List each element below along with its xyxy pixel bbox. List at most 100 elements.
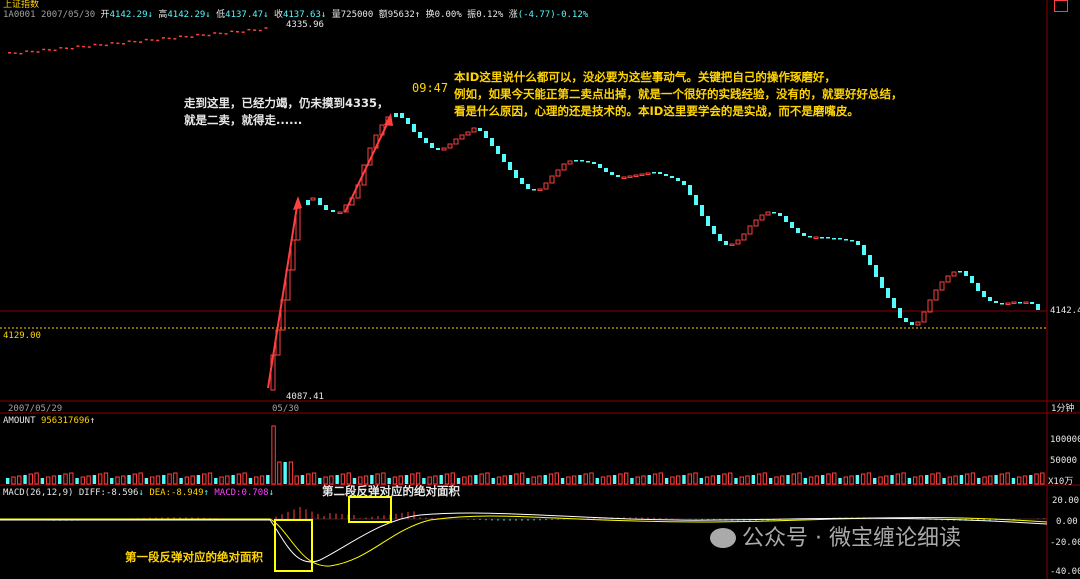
prev-candle <box>65 47 68 49</box>
prev-candle <box>150 39 154 41</box>
volume-bar <box>832 472 837 485</box>
candle-up <box>951 271 957 277</box>
prev-candle <box>258 29 262 32</box>
candle-down <box>664 174 668 176</box>
volume-bar <box>1005 472 1010 485</box>
ref-price-label: 4129.00 <box>3 331 41 341</box>
prev-candle <box>99 44 103 46</box>
candle-up <box>939 281 945 291</box>
amount-value: 95632 <box>387 10 415 20</box>
prev-candle <box>190 36 194 38</box>
volume-bar <box>1017 476 1022 485</box>
candle-down <box>406 118 410 124</box>
prev-candle <box>8 52 11 54</box>
candle-down <box>478 128 482 131</box>
volume-bar <box>936 472 941 485</box>
prev-candle <box>179 35 182 37</box>
candle-down <box>652 172 656 174</box>
quote-date: 2007/05/30 <box>40 10 96 20</box>
volume-bar <box>693 472 698 485</box>
volume-bar <box>808 476 814 485</box>
volume-bar <box>11 476 16 485</box>
volume-bar <box>23 475 27 484</box>
candle-down <box>496 146 500 154</box>
volume-bar <box>1022 475 1028 485</box>
candle-up <box>645 172 651 175</box>
annotation-first-area: 第一段反弹对应的绝对面积 <box>125 550 263 564</box>
volume-bar <box>115 476 120 485</box>
macd-tick-3: -20.00 <box>1050 538 1080 548</box>
candle-down <box>844 239 848 241</box>
volume-bar <box>467 475 473 485</box>
candle-up <box>471 127 477 133</box>
low-value: 4137.47 <box>225 10 264 20</box>
volume-bar <box>751 475 756 484</box>
candle-down <box>724 241 728 245</box>
volume-bar <box>947 476 953 485</box>
volume-bar <box>999 473 1005 485</box>
candle-down <box>832 238 836 240</box>
annotation-commentary: 本ID这里说什么都可以，没必要为这些事动气。关键把自己的操作琢磨好， 例如，如果… <box>454 70 903 118</box>
volume-bar <box>578 475 582 484</box>
volume-bar <box>600 476 606 485</box>
candle-up <box>537 188 543 191</box>
volume-bar <box>912 476 918 485</box>
volume-bar <box>219 476 224 485</box>
volume-bar <box>144 478 149 484</box>
volume-bar <box>196 475 201 484</box>
volume-bar <box>508 475 513 484</box>
prev-candle <box>70 47 74 50</box>
volume-bar <box>548 473 554 485</box>
volume-bar <box>184 476 190 485</box>
volume-bar <box>1040 472 1045 485</box>
volume-bar <box>571 475 577 485</box>
volume-bar <box>179 478 183 484</box>
volume-bar <box>318 478 322 484</box>
volume-bar <box>855 475 860 484</box>
prev-candle <box>139 41 143 43</box>
volume-bar <box>606 475 612 485</box>
volume-bar <box>873 478 877 484</box>
volume-value: 725000 <box>340 10 374 20</box>
volume-bar <box>838 478 842 484</box>
watermark: 公众号 · 微宝缠论细读 <box>710 520 961 552</box>
volume-bar <box>745 475 750 485</box>
volume-bar <box>40 478 45 484</box>
candle-down <box>424 138 428 143</box>
volume-bar <box>231 475 235 484</box>
volume-bar <box>173 472 178 485</box>
candle-down <box>988 297 992 301</box>
volume-bar <box>786 475 790 484</box>
volume-bar <box>531 476 536 485</box>
volume-bar <box>132 473 138 485</box>
window-close-icon[interactable] <box>1054 0 1068 12</box>
period-label[interactable]: 1分钟 <box>1051 404 1074 415</box>
volume-bar <box>756 473 762 485</box>
volume-bar <box>242 472 247 485</box>
volume-bar <box>127 475 131 484</box>
volume-bar <box>207 472 213 485</box>
candle-up <box>459 134 465 140</box>
volume-bar <box>618 473 623 485</box>
candle-up <box>543 182 549 190</box>
candle-down <box>532 189 536 191</box>
volume-bar <box>1029 475 1033 484</box>
candle-up <box>921 311 927 323</box>
candle-up <box>735 239 741 245</box>
candle-up <box>337 211 343 214</box>
candle-down <box>490 138 494 146</box>
volume-bar <box>514 473 519 485</box>
candle-down <box>790 222 794 228</box>
volume-bar <box>635 476 640 485</box>
volume-unit: X10万 <box>1048 477 1074 487</box>
volume-bar <box>254 476 259 485</box>
volume-bar <box>1011 478 1016 484</box>
candle-down <box>868 255 872 265</box>
volume-bar <box>768 478 773 484</box>
candle-down <box>802 233 806 236</box>
volume-bar <box>977 478 981 484</box>
volume-bar <box>884 475 889 485</box>
annotation-arrow-line <box>344 117 391 213</box>
macd-header: MACD(26,12,9) DIFF:-8.596↓ DEA:-8.949↑ M… <box>3 488 274 498</box>
code: 1A0001 <box>3 10 36 20</box>
